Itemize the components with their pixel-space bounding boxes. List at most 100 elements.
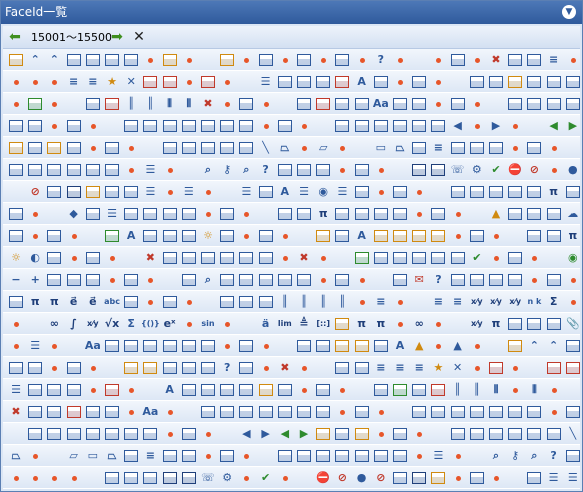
empty-face-dot[interactable] xyxy=(225,322,231,327)
empty-face-dot[interactable] xyxy=(321,278,327,283)
cursor-a-icon[interactable] xyxy=(199,381,217,399)
table-icon[interactable] xyxy=(333,205,351,223)
cursor-icon[interactable] xyxy=(257,249,275,267)
image-icon[interactable] xyxy=(468,139,486,157)
doc-chart-icon[interactable] xyxy=(333,271,351,289)
frame-icon[interactable] xyxy=(468,73,486,91)
doc-pencil-icon[interactable] xyxy=(7,51,25,69)
columns-icon[interactable]: ⫴ xyxy=(161,95,179,113)
list-icon[interactable]: ☰ xyxy=(141,161,159,179)
chart-red-icon[interactable] xyxy=(65,403,83,421)
font-color-icon[interactable] xyxy=(65,161,83,179)
document-red-icon[interactable] xyxy=(487,359,505,377)
empty-face-dot[interactable] xyxy=(52,344,58,349)
rectangle-icon[interactable]: ▭ xyxy=(372,139,390,157)
bar-code-icon[interactable]: ║ xyxy=(295,293,313,311)
table-icon[interactable] xyxy=(372,117,390,135)
table-icon[interactable] xyxy=(333,117,351,135)
empty-face-dot[interactable] xyxy=(33,212,39,217)
text-box-icon[interactable] xyxy=(449,139,467,157)
chart-icon[interactable] xyxy=(295,447,313,465)
empty-face-dot[interactable] xyxy=(474,124,480,129)
empty-face-dot[interactable] xyxy=(455,454,461,459)
empty-face-dot[interactable] xyxy=(474,344,480,349)
palette-icon[interactable]: ◆ xyxy=(65,205,83,223)
page-icon[interactable] xyxy=(161,249,179,267)
empty-face-dot[interactable] xyxy=(398,322,403,327)
note-icon[interactable] xyxy=(103,95,121,113)
empty-face-dot[interactable] xyxy=(570,278,576,283)
list-icon[interactable]: ☰ xyxy=(333,183,351,201)
page-icon[interactable] xyxy=(391,271,409,289)
table-icon[interactable] xyxy=(237,293,255,311)
bar-code-icon[interactable]: ║ xyxy=(333,293,351,311)
pencil-icon[interactable] xyxy=(429,227,447,245)
empty-face-dot[interactable] xyxy=(398,300,403,305)
empty-face-dot[interactable] xyxy=(398,80,403,85)
globe-icon[interactable] xyxy=(333,51,351,69)
doc-icon[interactable] xyxy=(506,315,524,333)
layers-icon[interactable] xyxy=(487,139,505,157)
page-arrow-icon[interactable] xyxy=(506,205,524,223)
lines-icon[interactable]: ≡ xyxy=(391,359,409,377)
text-format-icon[interactable] xyxy=(45,271,63,289)
pi-icon[interactable]: π xyxy=(45,293,63,311)
pencil-icon[interactable] xyxy=(372,227,390,245)
arrow-right-icon[interactable]: ➡ xyxy=(109,29,125,45)
image-icon[interactable] xyxy=(26,161,44,179)
empty-face-dot[interactable] xyxy=(532,278,538,283)
list-icon[interactable]: ☰ xyxy=(7,381,25,399)
exp-icon[interactable]: eˣ xyxy=(161,315,179,333)
barcode-icon[interactable]: ║ xyxy=(141,95,159,113)
empty-face-dot[interactable] xyxy=(570,58,576,63)
empty-face-dot[interactable] xyxy=(513,124,519,129)
empty-face-dot[interactable] xyxy=(14,80,19,85)
table-icon[interactable] xyxy=(391,117,409,135)
empty-face-dot[interactable] xyxy=(455,234,461,239)
empty-face-dot[interactable] xyxy=(14,344,19,349)
record-icon[interactable]: ● xyxy=(564,161,582,179)
bold-a-icon[interactable] xyxy=(103,403,121,421)
page-icon[interactable] xyxy=(180,205,198,223)
lines-icon[interactable]: ≡ xyxy=(141,447,159,465)
empty-face-dot[interactable] xyxy=(52,80,58,85)
empty-face-dot[interactable] xyxy=(225,80,231,85)
radical-icon[interactable]: √x xyxy=(103,315,121,333)
text-format-icon[interactable] xyxy=(295,161,313,179)
empty-face-dot[interactable] xyxy=(302,124,307,129)
speech-balloon-icon[interactable] xyxy=(65,51,83,69)
bar-code-icon[interactable]: ║ xyxy=(276,293,294,311)
picture-icon[interactable] xyxy=(410,161,428,179)
page-icon[interactable] xyxy=(506,183,524,201)
table-icon[interactable] xyxy=(449,95,467,113)
table-icon[interactable] xyxy=(7,205,25,223)
infinity-icon[interactable]: ∞ xyxy=(410,315,428,333)
page-icon[interactable] xyxy=(199,337,217,355)
empty-face-dot[interactable] xyxy=(129,410,135,415)
view-icon[interactable] xyxy=(103,183,121,201)
star-page-icon[interactable] xyxy=(353,425,371,443)
page-icon[interactable] xyxy=(122,205,140,223)
person-icon[interactable]: ▲ xyxy=(487,205,505,223)
font-a-icon[interactable]: A xyxy=(122,227,140,245)
view-icon[interactable] xyxy=(525,205,543,223)
help-icon[interactable]: ? xyxy=(257,161,275,179)
doc-icon[interactable] xyxy=(449,249,467,267)
lines-icon[interactable]: ≡ xyxy=(372,359,390,377)
person-icon[interactable]: ▲ xyxy=(410,337,428,355)
table-icon[interactable] xyxy=(276,117,294,135)
lines-icon[interactable]: ≡ xyxy=(65,73,83,91)
doc-chart-icon[interactable] xyxy=(391,447,409,465)
white-window-icon[interactable] xyxy=(180,381,198,399)
bar-code-icon[interactable]: ║ xyxy=(314,293,332,311)
empty-face-dot[interactable] xyxy=(436,322,442,327)
empty-face-dot[interactable] xyxy=(513,146,519,151)
table-green-icon[interactable] xyxy=(391,381,409,399)
empty-face-dot[interactable] xyxy=(186,322,192,327)
parallelogram-icon[interactable]: ▱ xyxy=(314,139,332,157)
abc-aa-icon[interactable]: Aa xyxy=(141,403,159,421)
table-icon[interactable] xyxy=(410,117,428,135)
doc-icon[interactable] xyxy=(180,271,198,289)
lines-icon[interactable]: ≡ xyxy=(429,293,447,311)
table-icon[interactable] xyxy=(45,425,63,443)
